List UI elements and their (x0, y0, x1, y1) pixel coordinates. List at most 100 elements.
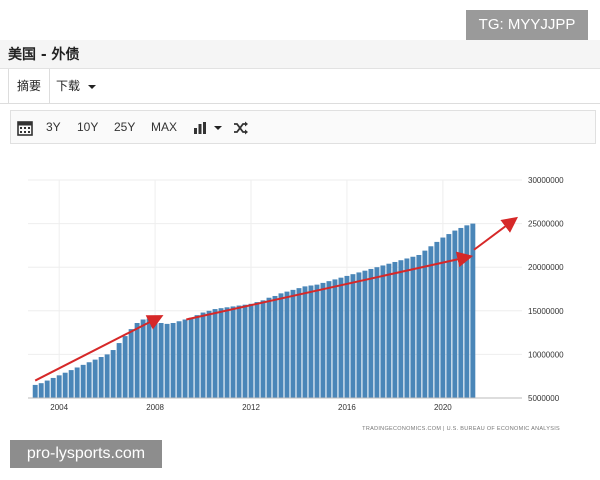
page-title: 美国 - 外债 (8, 47, 80, 63)
bar (398, 260, 404, 398)
bar (266, 297, 272, 398)
bar (116, 343, 122, 398)
bar (326, 281, 332, 398)
bar (212, 309, 218, 398)
bar (128, 329, 134, 398)
bar (98, 357, 104, 398)
x-tick-label: 2004 (50, 403, 68, 412)
bar (170, 323, 176, 398)
bar (134, 323, 140, 398)
range-max-button[interactable]: MAX (151, 111, 177, 143)
chart-type-button[interactable] (193, 111, 223, 143)
y-tick-label: 15000000 (528, 307, 564, 316)
bar (38, 383, 44, 398)
bar-chart-icon (194, 121, 206, 134)
bar (308, 285, 314, 398)
tab-download[interactable]: 下载 (48, 69, 104, 103)
bar (218, 308, 224, 398)
bar (254, 302, 260, 398)
bar (176, 321, 182, 398)
bar (416, 254, 422, 398)
caret-down-icon (87, 84, 96, 89)
y-tick-label: 10000000 (528, 350, 564, 359)
bar (338, 277, 344, 398)
x-tick-label: 2016 (338, 403, 356, 412)
bar (296, 288, 302, 398)
bar (380, 265, 386, 398)
bar (206, 310, 212, 398)
bar (230, 306, 236, 398)
bar (62, 372, 68, 398)
shuffle-button[interactable] (233, 111, 249, 143)
bar (410, 256, 416, 398)
bar (344, 275, 350, 398)
bar (446, 234, 452, 398)
tab-summary[interactable]: 摘要 (8, 69, 51, 103)
bar (368, 268, 374, 398)
tab-summary-label: 摘要 (17, 79, 42, 93)
bar (152, 320, 158, 398)
calendar-icon (17, 121, 33, 136)
page-header (0, 40, 600, 69)
bar (68, 370, 74, 398)
bar (224, 307, 230, 398)
bar (290, 289, 296, 398)
bar (56, 375, 62, 398)
bar (122, 336, 128, 398)
bar (200, 312, 206, 398)
y-tick-label: 5000000 (528, 394, 560, 403)
bar (278, 293, 284, 398)
tg-badge: TG: MYYJJPP (466, 10, 588, 40)
bar (464, 225, 470, 398)
bar (428, 246, 434, 398)
bar (362, 270, 368, 398)
bar (404, 258, 410, 398)
bar (194, 315, 200, 398)
bar (242, 304, 248, 398)
range-3y-button[interactable]: 3Y (46, 111, 61, 143)
bar (356, 272, 362, 398)
bar (458, 227, 464, 398)
bar (164, 323, 170, 398)
bar (422, 250, 428, 398)
chart-type-caret-icon (214, 125, 223, 130)
x-tick-label: 2008 (146, 403, 164, 412)
tab-bar: 摘要 下载 (0, 69, 600, 104)
bar (158, 323, 164, 398)
bar (260, 300, 266, 398)
bar (146, 318, 152, 398)
range-10y-button[interactable]: 10Y (77, 111, 98, 143)
bar (332, 279, 338, 398)
bar (350, 274, 356, 398)
bar (74, 367, 80, 398)
bar (86, 362, 92, 398)
calendar-button[interactable] (17, 111, 33, 143)
bar (386, 263, 392, 398)
bar (284, 291, 290, 398)
range-25y-button[interactable]: 25Y (114, 111, 135, 143)
bar (320, 282, 326, 398)
bar (182, 319, 188, 398)
bar (302, 286, 308, 398)
bar (80, 364, 86, 398)
chart-area: 30000000 25000000 20000000 15000000 10000000… (10, 160, 596, 438)
bar (188, 317, 194, 398)
x-tick-label: 2012 (242, 403, 260, 412)
bar (50, 377, 56, 398)
y-tick-label: 30000000 (528, 176, 564, 185)
bar (452, 230, 458, 398)
x-tick-label: 2020 (434, 403, 452, 412)
bar (248, 303, 254, 398)
bar (110, 350, 116, 398)
watermark-label: pro-lysports.com (10, 440, 162, 468)
bar (314, 284, 320, 398)
bar (44, 380, 50, 398)
bar (92, 359, 98, 398)
debt-chart: 30000000 25000000 20000000 15000000 10000000… (28, 176, 564, 432)
chart-toolbar: 3Y 10Y 25Y MAX (10, 110, 596, 144)
bar (236, 305, 242, 398)
y-tick-label: 20000000 (528, 263, 564, 272)
source-caption: TRADINGECONOMICS.COM | U.S. BUREAU OF EC… (362, 426, 560, 432)
bar (374, 267, 380, 398)
bar (104, 354, 110, 398)
